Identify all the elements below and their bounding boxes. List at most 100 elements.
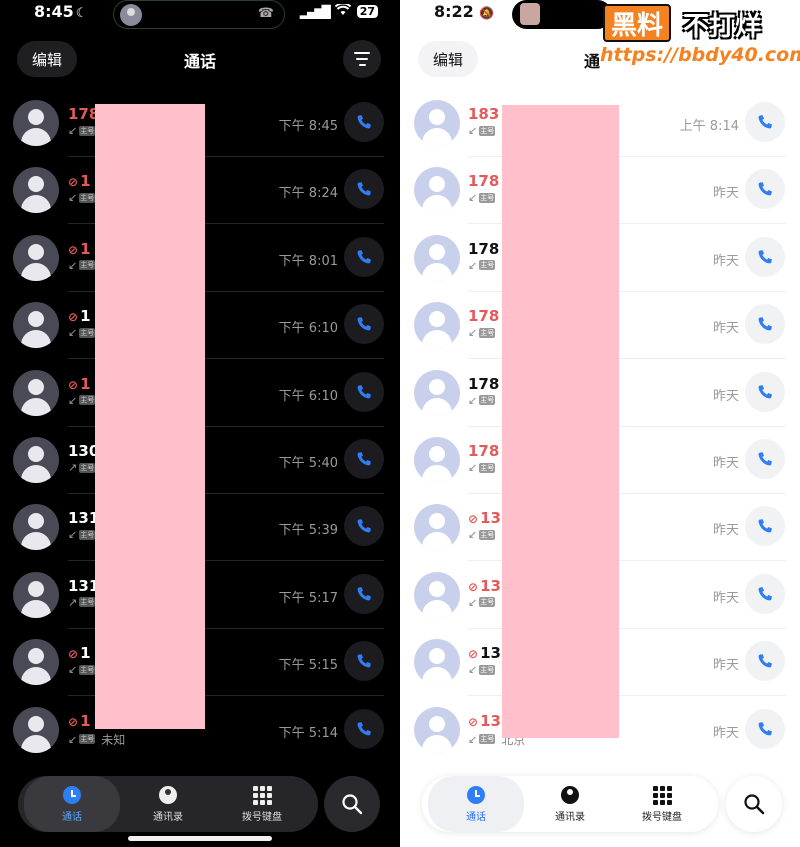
call-back-button[interactable] bbox=[745, 371, 785, 412]
phone-icon bbox=[758, 317, 772, 331]
call-meta: ↙ 主号 bbox=[68, 528, 96, 541]
arrow-incoming-icon: ↙ bbox=[468, 595, 478, 609]
filter-button[interactable] bbox=[343, 40, 381, 78]
caller-number-text: 1 bbox=[80, 172, 91, 191]
phone-icon bbox=[758, 721, 772, 736]
call-back-button[interactable] bbox=[745, 641, 785, 682]
call-time: 下午 8:01 bbox=[278, 253, 338, 269]
caller-number-text: 13 bbox=[480, 711, 501, 730]
keypad-icon bbox=[252, 785, 272, 805]
caller-location: 未知 bbox=[101, 732, 126, 747]
contact-avatar-icon bbox=[414, 302, 460, 349]
call-meta: ↙ 主号 bbox=[68, 191, 96, 205]
call-back-button[interactable] bbox=[745, 102, 785, 142]
call-time: 昨天 bbox=[712, 725, 739, 741]
battery-indicator: 27 bbox=[356, 5, 378, 18]
block-icon: ⊘ bbox=[68, 647, 79, 662]
call-back-button[interactable] bbox=[344, 102, 384, 142]
phone-icon bbox=[357, 317, 371, 331]
block-icon: ⊘ bbox=[68, 714, 79, 729]
caller-avatar-icon bbox=[120, 4, 142, 26]
tab-recents[interactable]: 通话 bbox=[24, 776, 120, 832]
contact-avatar-icon bbox=[13, 302, 59, 349]
call-back-button[interactable] bbox=[745, 708, 785, 749]
call-back-button[interactable] bbox=[745, 573, 785, 614]
arrow-incoming-icon: ↙ bbox=[68, 663, 78, 677]
contact-avatar-icon bbox=[13, 369, 59, 416]
screenshot-composite: 8:45 ☾ ☎ ▂▄▆█ 27 编辑 通话 178 ↙ 主号 下午 8:45 ⊘ 1 ↙ 主号… bbox=[0, 0, 800, 847]
call-back-button[interactable] bbox=[745, 169, 785, 210]
contact-avatar-icon bbox=[414, 437, 460, 483]
system-icons: ▂▄▆█ 27 bbox=[300, 2, 378, 19]
phone-icon bbox=[758, 654, 772, 668]
sim-badge: 主号 bbox=[79, 125, 96, 136]
call-time: 下午 8:45 bbox=[278, 119, 338, 134]
call-back-button[interactable] bbox=[344, 236, 384, 277]
search-button[interactable] bbox=[324, 776, 380, 832]
call-time: 下午 5:15 bbox=[278, 658, 338, 674]
call-back-button[interactable] bbox=[344, 169, 384, 210]
sim-badge: 主号 bbox=[479, 260, 496, 271]
call-time: 下午 5:14 bbox=[278, 725, 338, 741]
phone-icon bbox=[357, 654, 371, 668]
caller-number: 178 bbox=[468, 375, 499, 393]
phone-icon bbox=[357, 519, 371, 533]
call-back-button[interactable] bbox=[344, 371, 384, 412]
tab-dialpad[interactable]: 拨号键盘 bbox=[614, 776, 710, 832]
call-meta: ↙ 主号 bbox=[68, 394, 96, 407]
bell-off-icon: 🔕 bbox=[479, 6, 495, 20]
call-time: 昨天 bbox=[712, 321, 739, 337]
caller-number-text: 1 bbox=[80, 644, 91, 663]
search-icon bbox=[342, 794, 363, 815]
call-back-button[interactable] bbox=[745, 439, 785, 479]
search-button[interactable] bbox=[726, 776, 782, 832]
dynamic-island bbox=[512, 0, 612, 29]
call-back-button[interactable] bbox=[745, 304, 785, 345]
redaction-block bbox=[502, 105, 619, 738]
tab-contacts-label: 通讯录 bbox=[555, 812, 585, 823]
watermark: 黑料 不打烊 https://bbdy40.com bbox=[600, 0, 800, 70]
caller-number-text: 13 bbox=[480, 644, 501, 663]
watermark-url: https://bbdy40.com bbox=[600, 44, 800, 66]
tab-contacts[interactable]: 通讯录 bbox=[120, 776, 216, 832]
arrow-incoming-icon: ↙ bbox=[68, 326, 78, 340]
caller-number-text: 13 bbox=[480, 509, 501, 528]
call-time: 昨天 bbox=[712, 186, 739, 202]
call-back-button[interactable] bbox=[344, 641, 384, 682]
phone-icon bbox=[357, 115, 371, 129]
tab-contacts[interactable]: 通讯录 bbox=[522, 776, 618, 832]
call-meta: ↙ 主号 bbox=[468, 528, 496, 542]
bottom-tab-bar: 通话 通讯录 拨号键盘 bbox=[422, 776, 718, 832]
call-back-button[interactable] bbox=[344, 506, 384, 547]
hangup-icon: ☎ bbox=[257, 6, 274, 21]
call-back-button[interactable] bbox=[344, 573, 384, 614]
contact-avatar-icon bbox=[414, 639, 460, 686]
contact-avatar-icon bbox=[414, 167, 460, 214]
call-back-button[interactable] bbox=[745, 506, 785, 547]
call-back-button[interactable] bbox=[344, 439, 384, 479]
caller-number: 183 bbox=[468, 105, 499, 123]
caller-number-text: 183 bbox=[468, 105, 500, 123]
wifi-icon bbox=[334, 2, 351, 19]
search-icon bbox=[744, 794, 765, 815]
caller-number: ⊘ 1 bbox=[68, 240, 91, 258]
sim-badge: 主号 bbox=[479, 192, 496, 203]
contact-avatar-icon bbox=[13, 167, 59, 214]
call-meta: ↙ 主号 bbox=[468, 461, 496, 474]
call-meta: ↙ 主号 bbox=[68, 124, 96, 137]
tab-recents[interactable]: 通话 bbox=[428, 776, 524, 832]
caller-number-text: 1 bbox=[80, 307, 91, 326]
call-back-button[interactable] bbox=[745, 236, 785, 277]
arrow-incoming-icon: ↙ bbox=[68, 191, 78, 205]
call-back-button[interactable] bbox=[344, 708, 384, 749]
call-meta: ↙ 主号 未知 bbox=[68, 731, 125, 748]
block-icon: ⊘ bbox=[68, 310, 79, 325]
contact-avatar-icon bbox=[13, 437, 59, 483]
call-back-button[interactable] bbox=[344, 304, 384, 345]
arrow-incoming-icon: ↙ bbox=[468, 528, 478, 542]
call-time: 下午 5:17 bbox=[278, 590, 338, 606]
tab-dialpad[interactable]: 拨号键盘 bbox=[214, 776, 310, 832]
caller-number-text: 1 bbox=[80, 374, 91, 393]
watermark-badge: 黑料 bbox=[603, 4, 672, 42]
block-icon: ⊘ bbox=[468, 647, 479, 662]
